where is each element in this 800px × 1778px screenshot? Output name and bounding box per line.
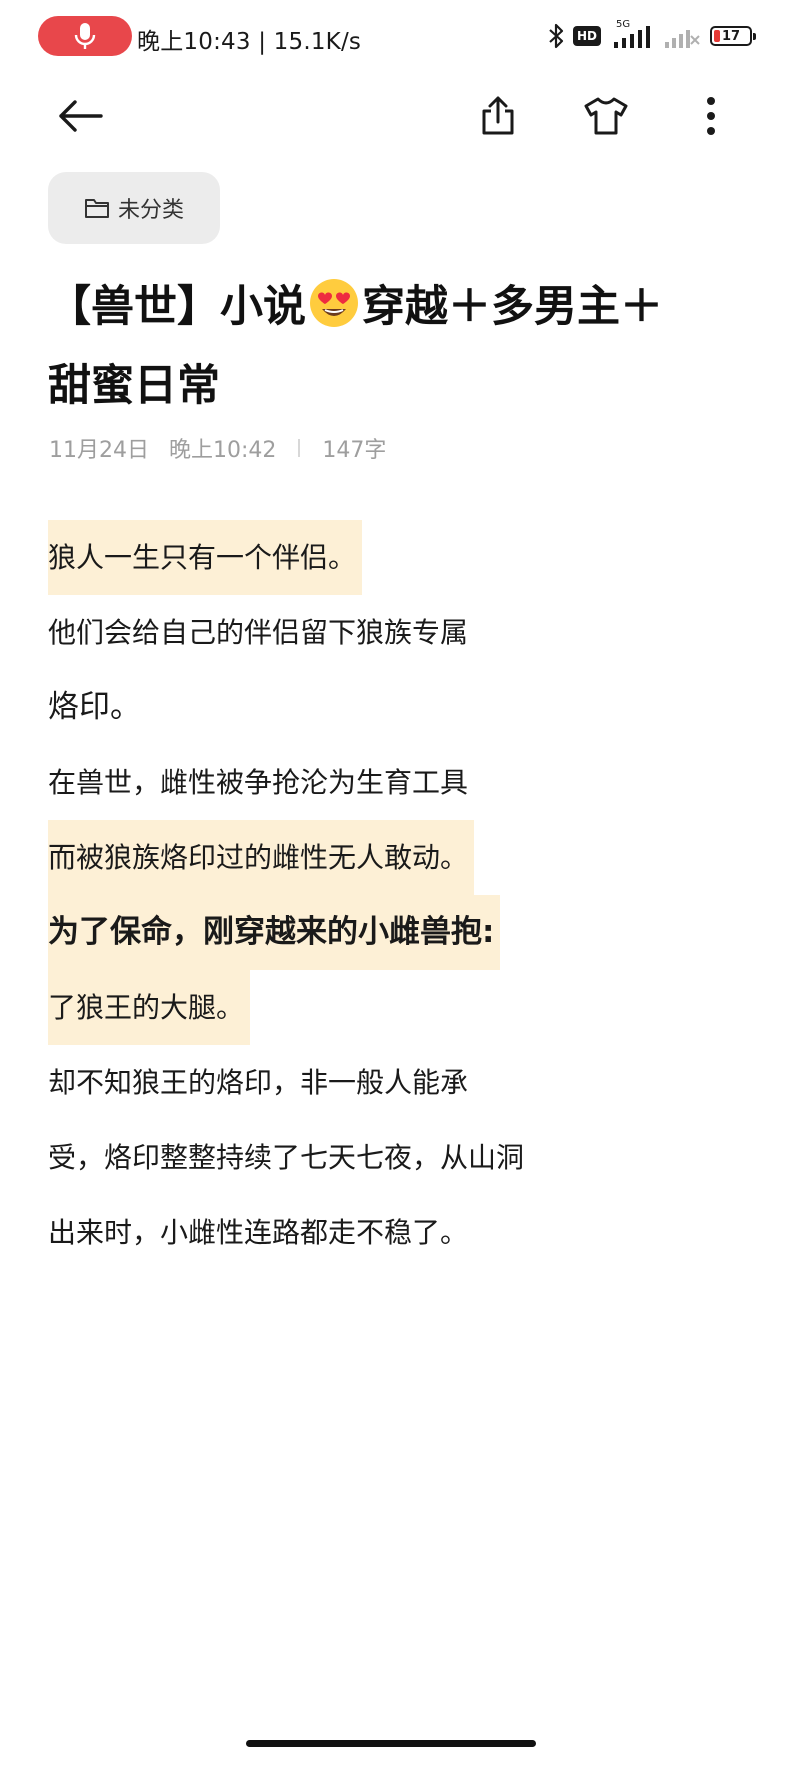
highlight-text: 狼人一生只有一个伴侣。 [48,520,363,595]
note-meta: 11月24日 晚上10:42 147字 [49,432,386,464]
home-indicator[interactable] [246,1740,536,1747]
category-label: 未分类 [117,198,184,223]
paragraph-8: 却不知狼王的烙印，非一般人能承 [48,1066,469,1099]
paragraph-9: 受，烙印整整持续了七天七夜，从山洞 [48,1141,525,1174]
mic-indicator[interactable] [38,16,132,56]
title-part-2: 穿越＋多男主＋ [362,282,663,332]
paragraph-1: 狼人一生只有一个伴侣。 [48,520,748,595]
signal-bars-icon [614,26,650,48]
signal-weak-icon [665,30,700,48]
paragraph-6: 为了保命，刚穿越来的小雌兽抱: [48,895,748,970]
arrow-left-icon [59,100,103,132]
paragraph-4: 在兽世，雌性被争抢沦为生育工具 [48,766,469,799]
paragraph-5: 而被狼族烙印过的雌性无人敢动。 [48,820,748,895]
share-button[interactable] [470,88,526,144]
battery-level [714,30,720,42]
note-toolbar [0,80,800,150]
hd-badge: HD [572,26,601,46]
battery-percent: 17 [721,28,741,44]
meta-divider [298,439,301,457]
paragraph-10: 出来时，小雌性连路都走不稳了。 [48,1216,469,1249]
note-title[interactable]: 【兽世】小说 穿越＋多男主＋ 甜蜜日常 [48,268,748,426]
theme-button[interactable] [578,88,634,144]
more-vertical-icon [707,97,715,135]
microphone-icon [74,23,96,49]
title-part-1: 【兽世】小说 [48,282,306,332]
note-page: 晚上10:43 | 15.1K/s HD 5G 17 未分类 【兽世】小说 穿越… [0,0,800,1778]
signal-5g: 5G [610,19,654,50]
note-time: 晚上10:42 [169,438,277,463]
word-count: 147字 [322,438,387,463]
highlight-text: 了狼王的大腿。 [48,970,251,1045]
status-bar: 晚上10:43 | 15.1K/s HD 5G 17 [0,0,800,72]
share-icon [482,96,514,135]
status-icons: HD 5G 17 [548,19,756,52]
tshirt-icon [584,97,628,135]
back-button[interactable] [52,88,108,144]
paragraph-7: 了狼王的大腿。 [48,970,748,1045]
title-line-2: 甜蜜日常 [48,361,220,411]
paragraph-3: 烙印。 [48,689,141,725]
category-chip[interactable]: 未分类 [48,172,220,244]
note-body[interactable]: 狼人一生只有一个伴侣。 他们会给自己的伴侣留下狼族专属 烙印。 在兽世，雌性被争… [48,520,748,1270]
paragraph-2: 他们会给自己的伴侣留下狼族专属 [48,616,469,649]
highlight-text: 而被狼族烙印过的雌性无人敢动。 [48,820,475,895]
heart-eyes-emoji-icon [310,279,358,327]
more-options-button[interactable] [683,88,739,144]
note-date: 11月24日 [49,438,149,463]
folder-icon [84,199,109,218]
battery-indicator: 17 [710,26,756,46]
status-time-speed: 晚上10:43 | 15.1K/s [137,29,362,55]
highlight-text: 为了保命，刚穿越来的小雌兽抱: [48,895,501,970]
bluetooth-icon [549,23,564,49]
